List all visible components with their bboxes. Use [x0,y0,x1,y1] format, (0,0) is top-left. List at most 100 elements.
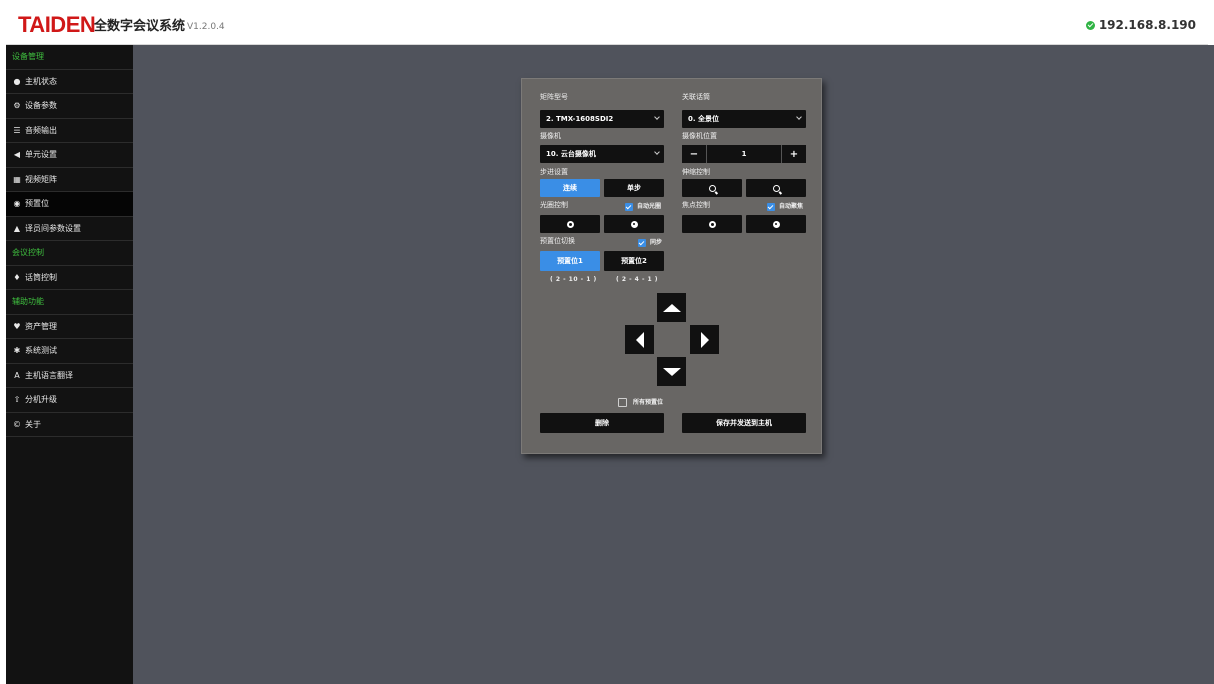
sidebar-item-info[interactable]: ● 主机状态 [6,70,133,94]
sidebar-item-label: 系统测试 [25,346,57,356]
step-label: 步进设置 [540,168,568,176]
sliders-icon: ☰ [13,125,21,135]
pan-left-button[interactable] [625,325,654,354]
sidebar-item-bug[interactable]: ✱ 系统测试 [6,339,133,364]
linked-mic-select[interactable]: 0. 全景位 [682,110,806,128]
arrow-down-icon [662,367,681,376]
sidebar-item-sliders[interactable]: ☰ 音频输出 [6,119,133,143]
zoom-in-button[interactable] [682,179,742,197]
aperture-close-button[interactable] [604,215,664,233]
main-content: 矩阵型号 关联话筒 2. TMX-1608SDI2 0. 全景位 摄像机 摄像机… [133,45,1214,684]
step-continuous-button[interactable]: 连续 [540,179,600,197]
map-pin-icon: ♥ [13,321,21,331]
camera-select[interactable]: 10. 云台摄像机 [540,145,664,163]
sidebar: 设备管理 ● 主机状态 ⚙ 设备参数 ☰ 音频输出 ◀ 单元设置 ▦ 视频矩阵 ◉ 预置位 ▲ 译员间参数设… [6,45,133,684]
aperture-auto-checkbox[interactable] [625,203,633,211]
aperture-label: 光圈控制 [540,201,568,209]
ip-address: 192.168.8.190 [1098,18,1196,32]
focus-far-icon [772,220,780,228]
upload-icon: ⇧ [13,395,21,405]
sidebar-item-label: 话筒控制 [25,272,57,282]
pan-up-button[interactable] [657,293,686,322]
camera-icon: ◉ [13,199,21,209]
camera-pos-stepper: − 1 + [682,145,806,163]
sidebar-section-0: 设备管理 [6,45,133,70]
focus-far-button[interactable] [746,215,806,233]
sidebar-item-upload[interactable]: ⇧ 分机升级 [6,388,133,413]
sidebar-item-bank[interactable]: ▲ 译员间参数设置 [6,217,133,241]
all-presets-label: 所有预置位 [633,399,664,406]
preset1-button[interactable]: 预置位1 [540,251,600,271]
sidebar-item-label: 设备参数 [25,101,57,111]
arrow-left-icon [635,331,644,348]
sync-label: 同步 [650,239,663,246]
camera-value: 10. 云台摄像机 [546,150,596,158]
sidebar-item-gears[interactable]: ⚙ 设备参数 [6,94,133,119]
check-circle-icon [1085,20,1095,30]
focus-near-button[interactable] [682,215,742,233]
increment-button[interactable]: + [782,145,806,163]
sidebar-item-label: 设备管理 [12,52,44,62]
camera-pos-label: 摄像机位置 [682,132,717,140]
sidebar-item-copyright[interactable]: © 关于 [6,413,133,437]
sidebar-item-label: 关于 [25,419,41,429]
grid-icon: ▦ [13,174,21,184]
all-presets-checkbox[interactable] [618,398,627,407]
delete-button[interactable]: 删除 [540,413,664,433]
bank-icon: ▲ [13,223,21,233]
sidebar-section-8: 会议控制 [6,241,133,266]
sidebar-item-font[interactable]: A 主机语言翻译 [6,364,133,388]
arrow-right-icon [700,331,709,348]
sidebar-item-label: 主机语言翻译 [25,370,73,380]
pan-right-button[interactable] [690,325,719,354]
step-single-button[interactable]: 单步 [604,179,664,197]
zoom-out-icon [772,184,780,192]
linked-mic-value: 0. 全景位 [688,115,719,123]
arrow-up-icon [662,303,681,312]
sidebar-item-label: 辅助功能 [12,297,44,307]
info-icon: ● [13,76,21,86]
gears-icon: ⚙ [13,101,21,111]
focus-auto-checkbox[interactable] [767,203,775,211]
focus-auto-label: 自动聚焦 [779,203,804,210]
sidebar-item-label: 音频输出 [25,125,57,135]
preset2-subtitle: ( 2 - 4 - 1 ) [616,276,659,283]
aperture-open-button[interactable] [540,215,600,233]
version-label: V1.2.0.4 [187,22,225,32]
zoom-out-button[interactable] [746,179,806,197]
camera-pos-value[interactable]: 1 [706,145,782,163]
aperture-open-icon [566,220,574,228]
sidebar-item-label: 视频矩阵 [25,174,57,184]
speaker-icon: ◀ [13,150,21,160]
header-bar: TAIDEN 全数字会议系统 V1.2.0.4 192.168.8.190 [6,6,1208,45]
font-icon: A [14,370,20,380]
matrix-type-value: 2. TMX-1608SDI2 [546,115,614,123]
decrement-button[interactable]: − [682,145,706,163]
sidebar-item-camera[interactable]: ◉ 预置位 [6,192,133,217]
sidebar-item-speaker[interactable]: ◀ 单元设置 [6,143,133,168]
preset-switch-label: 预置位切换 [540,237,575,245]
sidebar-item-label: 主机状态 [25,76,57,86]
preset2-button[interactable]: 预置位2 [604,251,664,271]
matrix-type-select[interactable]: 2. TMX-1608SDI2 [540,110,664,128]
focus-label: 焦点控制 [682,201,710,209]
sidebar-item-microphone[interactable]: ♦ 话筒控制 [6,266,133,290]
zoom-in-icon [708,184,716,192]
linked-mic-label: 关联话筒 [682,93,710,101]
preset1-subtitle: ( 2 - 10 - 1 ) [550,276,597,283]
matrix-type-label: 矩阵型号 [540,93,568,101]
sidebar-item-map-pin[interactable]: ♥ 资产管理 [6,315,133,339]
aperture-close-icon [630,220,638,228]
sidebar-section-10: 辅助功能 [6,290,133,315]
sidebar-item-label: 资产管理 [25,321,57,331]
sidebar-item-label: 预置位 [25,199,49,209]
chevron-down-icon [654,149,660,155]
sidebar-item-grid[interactable]: ▦ 视频矩阵 [6,168,133,192]
sidebar-item-label: 单元设置 [25,150,57,160]
sync-checkbox[interactable] [638,239,646,247]
microphone-icon: ♦ [13,272,21,282]
save-send-button[interactable]: 保存并发送到主机 [682,413,806,433]
system-name: 全数字会议系统 [94,19,186,34]
pan-down-button[interactable] [657,357,686,386]
zoom-label: 伸缩控制 [682,168,710,176]
